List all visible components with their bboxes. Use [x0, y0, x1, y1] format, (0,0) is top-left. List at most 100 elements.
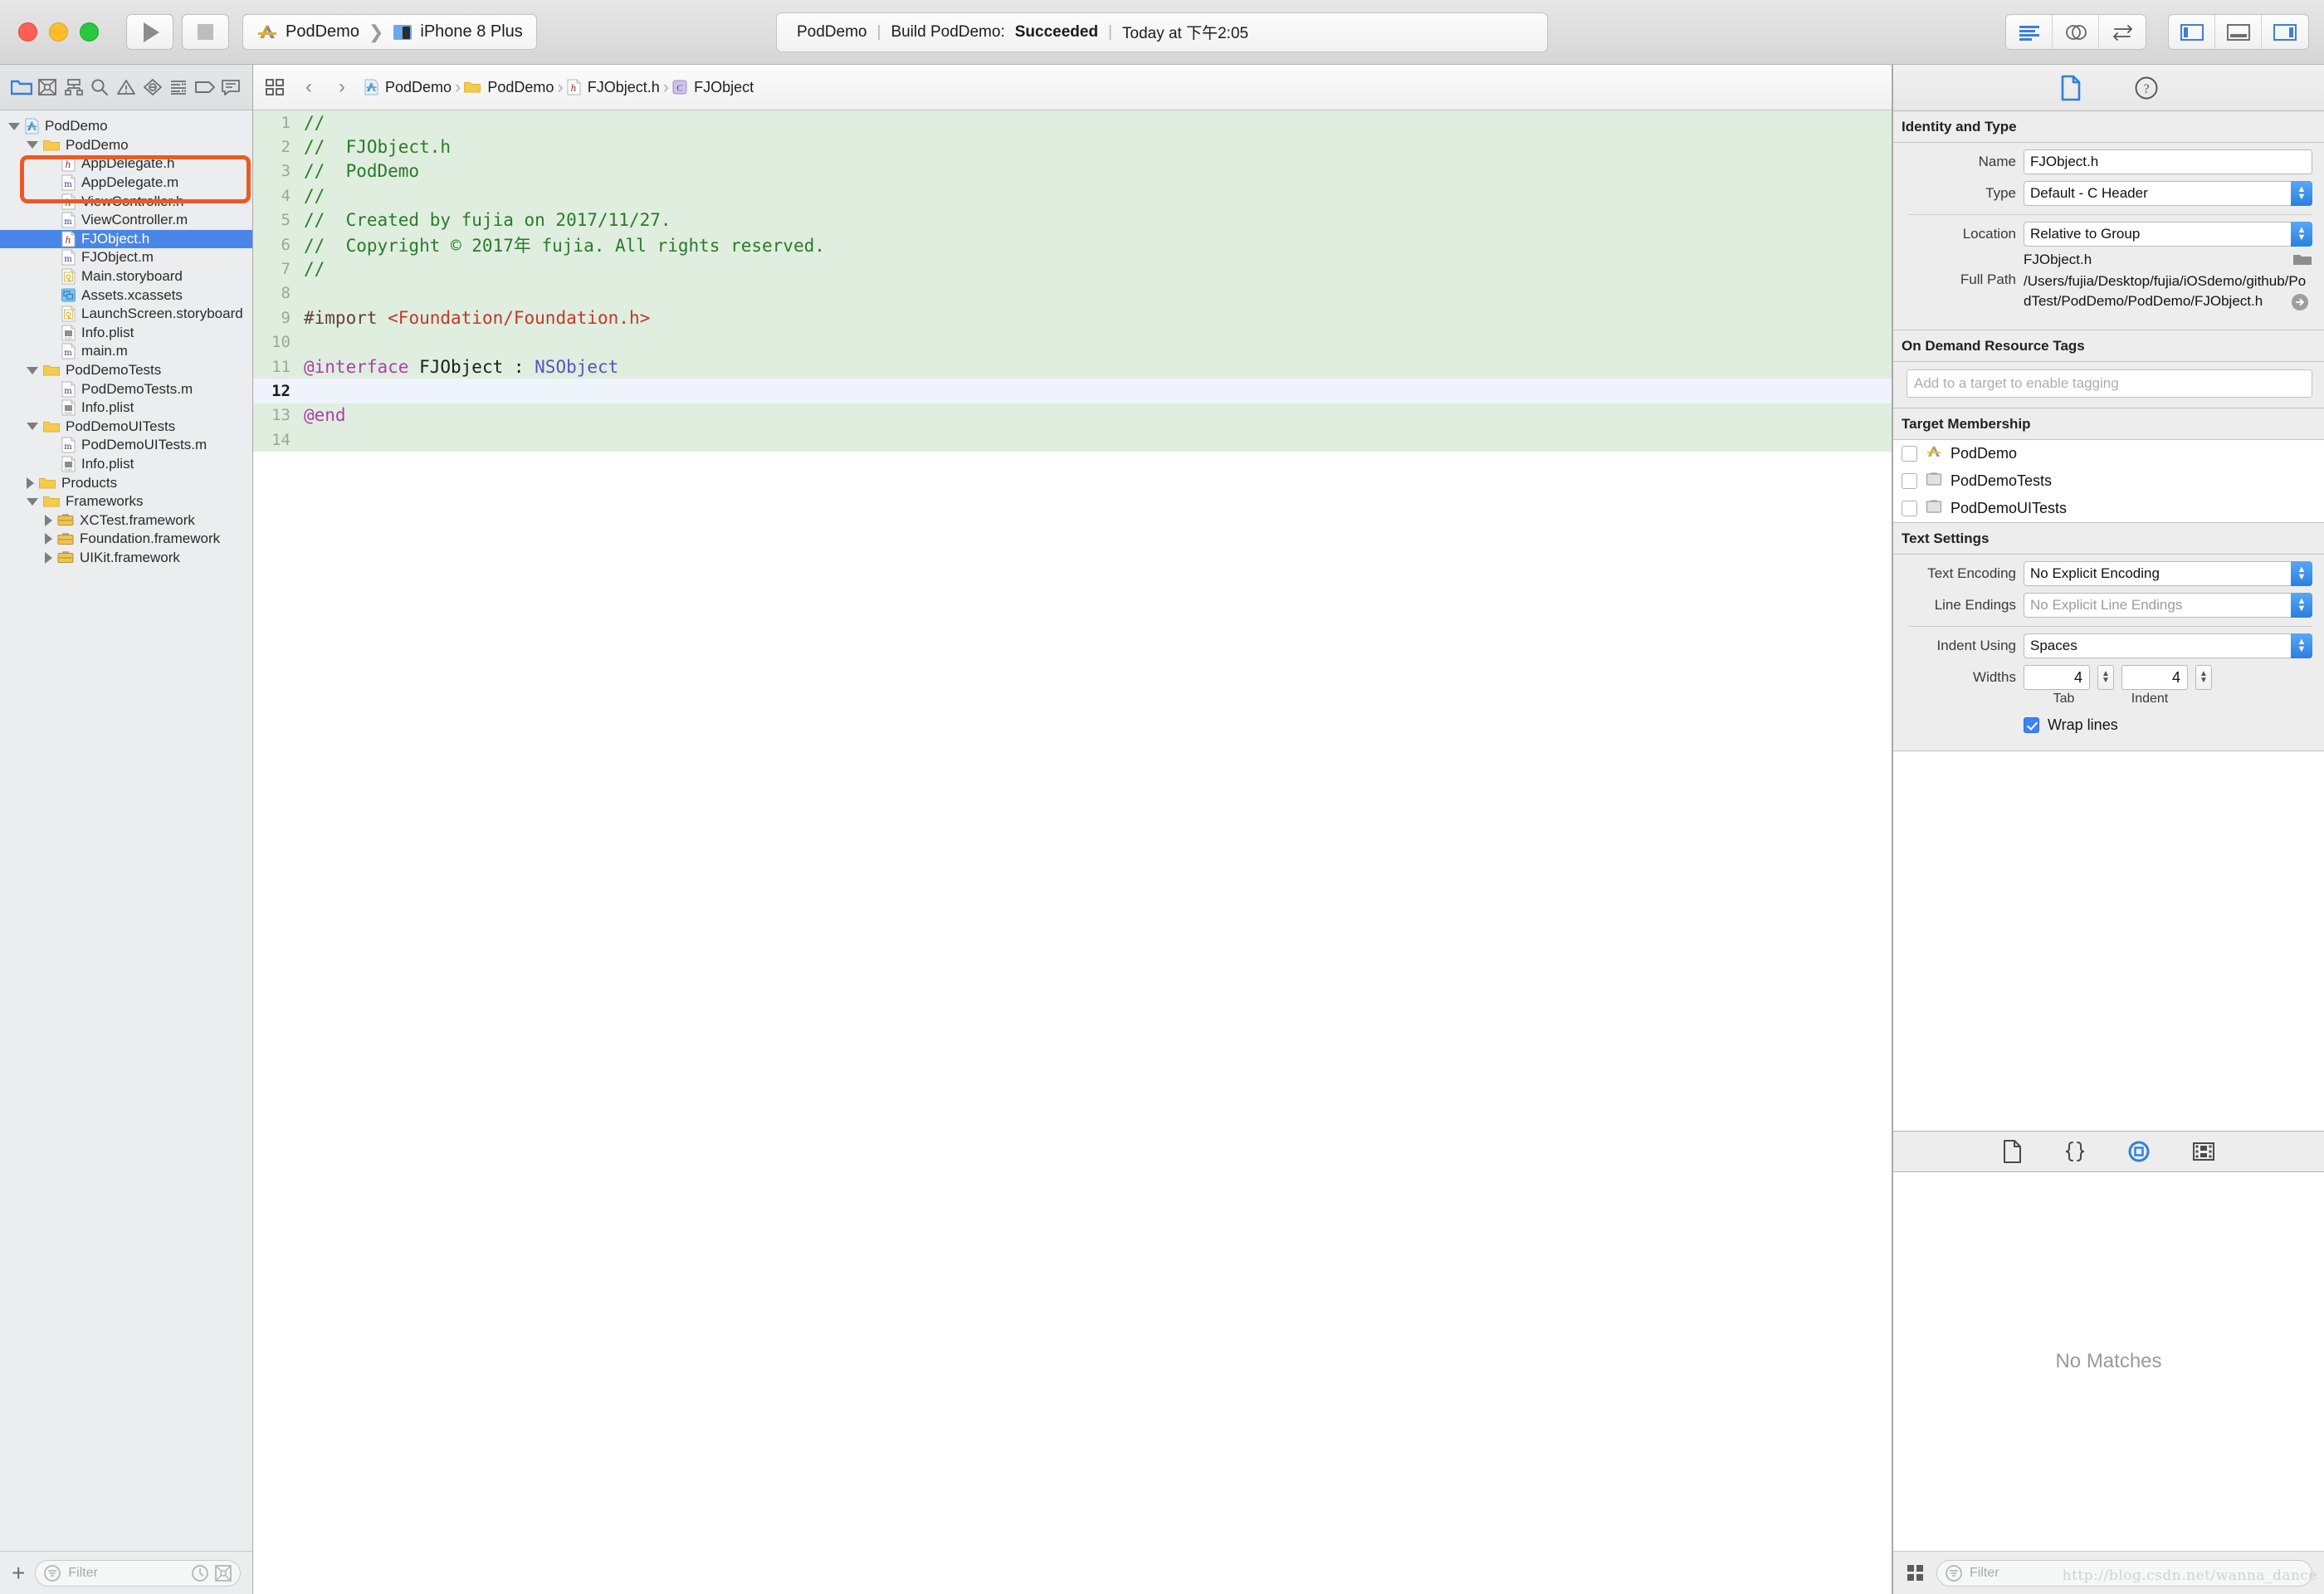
symbol-navigator-tab[interactable] [61, 75, 86, 100]
text-encoding-popup[interactable]: No Explicit Encoding ▲ ▼ [2024, 561, 2312, 587]
tab-width-input[interactable]: 4 [2024, 665, 2090, 691]
disclosure-triangle-icon[interactable] [45, 551, 52, 564]
debug-navigator-tab[interactable] [166, 75, 191, 100]
target-membership-row[interactable]: PodDemoUITests [1893, 495, 2324, 523]
disclosure-triangle-icon[interactable] [27, 141, 38, 149]
stop-button[interactable] [182, 14, 229, 50]
add-file-button[interactable]: + [12, 1561, 25, 1585]
recent-files-icon[interactable] [191, 1564, 209, 1582]
target-membership-row[interactable]: PodDemoTests [1893, 467, 2324, 496]
editor-empty-space[interactable] [253, 452, 1892, 1594]
disclosure-triangle-icon[interactable] [45, 533, 52, 545]
breadcrumb-item[interactable]: PodDemo [364, 79, 452, 96]
breakpoint-navigator-tab[interactable] [193, 75, 217, 100]
target-checkbox[interactable] [1902, 501, 1917, 517]
code-line[interactable]: 11 @interface FJObject : NSObject [253, 354, 1892, 379]
breadcrumb-item[interactable]: h FJObject.h [567, 79, 660, 96]
run-button[interactable] [126, 14, 173, 50]
indent-width-stepper[interactable]: ▲ ▼ [2195, 665, 2212, 691]
code-snippet-library-icon[interactable] [2063, 1139, 2087, 1164]
close-button[interactable] [18, 22, 37, 42]
target-checkbox[interactable] [1902, 473, 1917, 490]
project-navigator-tree[interactable]: PodDemo PodDemo h AppDelegate.h m AppDelegate… [0, 110, 252, 1551]
navigator-row[interactable]: XCTest.framework [0, 511, 252, 530]
navigator-row[interactable]: UIKit.framework [0, 549, 252, 568]
wrap-lines-row[interactable]: Wrap lines [2024, 716, 2324, 734]
navigator-row[interactable]: Assets.xcassets [0, 286, 252, 305]
code-line[interactable]: 5 // Created by fujia on 2017/11/27. [253, 208, 1892, 232]
activity-status-bar[interactable]: PodDemo | Build PodDemo: Succeeded | Tod… [776, 12, 1548, 52]
navigator-row[interactable]: PodDemo [0, 136, 252, 155]
navigator-row-selected[interactable]: h FJObject.h [0, 229, 252, 249]
navigator-row[interactable]: m AppDelegate.m [0, 174, 252, 193]
code-line-current[interactable]: 12 [253, 379, 1892, 403]
disclosure-triangle-icon[interactable] [27, 423, 38, 431]
disclosure-triangle-icon[interactable] [27, 477, 34, 489]
file-type-popup[interactable]: Default - C Header ▲ ▼ [2024, 181, 2312, 206]
code-line[interactable]: 2 // FJObject.h [253, 134, 1892, 159]
code-line[interactable]: 14 [253, 428, 1892, 452]
navigator-row[interactable]: PLIST Info.plist [0, 398, 252, 418]
disclosure-triangle-icon[interactable] [8, 122, 20, 130]
target-membership-row[interactable]: PodDemo [1893, 440, 2324, 468]
source-control-navigator-tab[interactable] [35, 75, 60, 100]
grid-layout-icon[interactable] [1905, 1562, 1926, 1584]
code-line[interactable]: 6 // Copyright © 2017年 fujia. All rights … [253, 232, 1892, 257]
related-items-icon[interactable] [265, 77, 286, 97]
assistant-editor-button[interactable] [2053, 15, 2099, 49]
navigator-row[interactable]: LaunchScreen.storyboard [0, 305, 252, 324]
resource-tags-input[interactable]: Add to a target to enable tagging [1907, 369, 2312, 398]
navigator-row[interactable]: m ViewController.m [0, 211, 252, 230]
target-checkbox[interactable] [1902, 446, 1917, 462]
navigator-row[interactable]: m main.m [0, 342, 252, 361]
code-line[interactable]: 1 // [253, 110, 1892, 135]
source-code-editor[interactable]: 1 // 2 // FJObject.h 3 // PodDemo 4 // 5 // Creat… [253, 110, 1892, 1594]
code-line[interactable]: 3 // PodDemo [253, 159, 1892, 184]
navigator-row[interactable]: PLIST Info.plist [0, 455, 252, 474]
quick-help-icon[interactable]: ? [2134, 76, 2159, 100]
navigator-row[interactable]: Products [0, 473, 252, 492]
object-library-icon[interactable] [2126, 1139, 2151, 1164]
file-name-input[interactable]: FJObject.h [2024, 149, 2312, 174]
code-line[interactable]: 13 @end [253, 403, 1892, 428]
breadcrumb-item[interactable]: PodDemo [464, 79, 554, 96]
navigator-filter-input[interactable]: Filter [35, 1559, 241, 1587]
code-line[interactable]: 7 // [253, 257, 1892, 281]
project-navigator-tab[interactable] [9, 75, 34, 100]
choose-folder-icon[interactable] [2292, 252, 2312, 268]
minimize-button[interactable] [49, 22, 68, 42]
code-line[interactable]: 8 [253, 281, 1892, 306]
navigator-row[interactable]: Frameworks [0, 492, 252, 511]
navigator-toggle-button[interactable] [2169, 15, 2215, 49]
file-template-library-icon[interactable] [2002, 1139, 2024, 1164]
inspector-toggle-button[interactable] [2262, 15, 2308, 49]
navigator-row[interactable]: h ViewController.h [0, 192, 252, 211]
navigator-row[interactable]: PodDemoUITests [0, 418, 252, 437]
source-control-filter-icon[interactable] [214, 1564, 232, 1582]
navigator-row[interactable]: PodDemoTests [0, 361, 252, 380]
navigate-forward-button[interactable]: › [331, 76, 353, 99]
navigator-row[interactable]: m PodDemoUITests.m [0, 436, 252, 455]
disclosure-triangle-icon[interactable] [27, 366, 38, 374]
code-line[interactable]: 4 // [253, 183, 1892, 208]
navigator-row[interactable]: Foundation.framework [0, 530, 252, 549]
report-navigator-tab[interactable] [218, 75, 243, 100]
disclosure-triangle-icon[interactable] [27, 497, 38, 506]
version-editor-button[interactable] [2099, 15, 2146, 49]
code-line[interactable]: 9 #import <Foundation/Foundation.h> [253, 306, 1892, 330]
wrap-lines-checkbox[interactable] [2024, 717, 2039, 734]
scheme-destination-control[interactable]: PodDemo ❯ iPhone 8 Plus [242, 14, 537, 50]
indent-width-input[interactable]: 4 [2121, 665, 2188, 691]
test-navigator-tab[interactable] [140, 75, 165, 100]
issue-navigator-tab[interactable] [114, 75, 139, 100]
file-inspector-icon[interactable] [2059, 75, 2082, 101]
disclosure-triangle-icon[interactable] [45, 514, 52, 526]
navigator-row[interactable]: PodDemo [0, 117, 252, 136]
navigator-row[interactable]: PLIST Info.plist [0, 324, 252, 343]
tab-width-stepper[interactable]: ▲ ▼ [2097, 665, 2114, 691]
standard-editor-button[interactable] [2006, 15, 2053, 49]
zoom-button[interactable] [80, 22, 99, 42]
breadcrumb-item[interactable]: C FJObject [672, 79, 754, 96]
navigator-row[interactable]: m FJObject.m [0, 248, 252, 267]
navigator-row[interactable]: Main.storyboard [0, 267, 252, 286]
